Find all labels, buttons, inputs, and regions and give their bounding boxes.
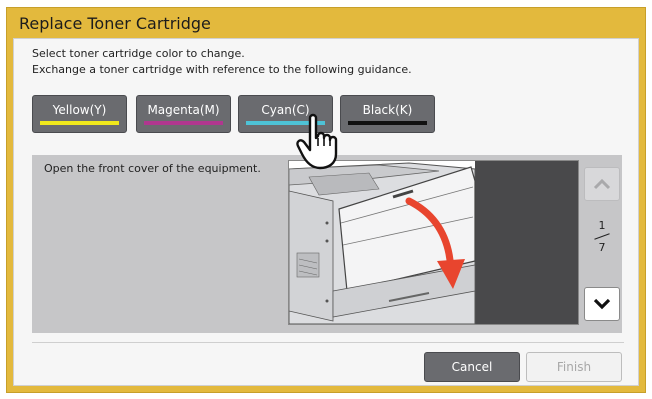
black-toner-label: Black(K) xyxy=(362,103,413,117)
finish-button[interactable]: Finish xyxy=(526,352,622,382)
black-toner-button[interactable]: Black(K) xyxy=(340,95,435,133)
page-separator xyxy=(594,233,610,240)
black-color-bar xyxy=(348,121,427,125)
dialog-title: Replace Toner Cartridge xyxy=(19,14,211,33)
magenta-color-bar xyxy=(144,121,223,125)
printer-front-cover-icon xyxy=(289,161,578,324)
magenta-toner-label: Magenta(M) xyxy=(147,103,220,117)
page-down-button[interactable] xyxy=(584,287,620,321)
page-current: 1 xyxy=(598,219,606,232)
page-total: 7 xyxy=(598,241,606,254)
pointer-hand-icon xyxy=(296,113,338,170)
page-up-button[interactable] xyxy=(584,167,620,201)
footer-divider xyxy=(32,342,624,343)
cancel-button[interactable]: Cancel xyxy=(424,352,520,382)
yellow-toner-button[interactable]: Yellow(Y) xyxy=(32,95,127,133)
dialog-frame: Replace Toner Cartridge Select toner car… xyxy=(6,7,646,393)
magenta-toner-button[interactable]: Magenta(M) xyxy=(136,95,231,133)
printer-illustration xyxy=(288,160,579,325)
page-indicator: 1 7 xyxy=(584,219,620,254)
chevron-down-icon xyxy=(593,298,611,310)
instruction-line-2: Exchange a toner cartridge with referenc… xyxy=(32,63,412,76)
yellow-color-bar xyxy=(40,121,119,125)
guidance-step-text: Open the front cover of the equipment. xyxy=(44,162,261,175)
dialog-panel: Select toner cartridge color to change. … xyxy=(13,38,639,386)
guidance-area: Open the front cover of the equipment. 1… xyxy=(32,155,622,333)
instruction-line-1: Select toner cartridge color to change. xyxy=(32,47,245,60)
chevron-up-icon xyxy=(593,178,611,190)
yellow-toner-label: Yellow(Y) xyxy=(52,103,107,117)
